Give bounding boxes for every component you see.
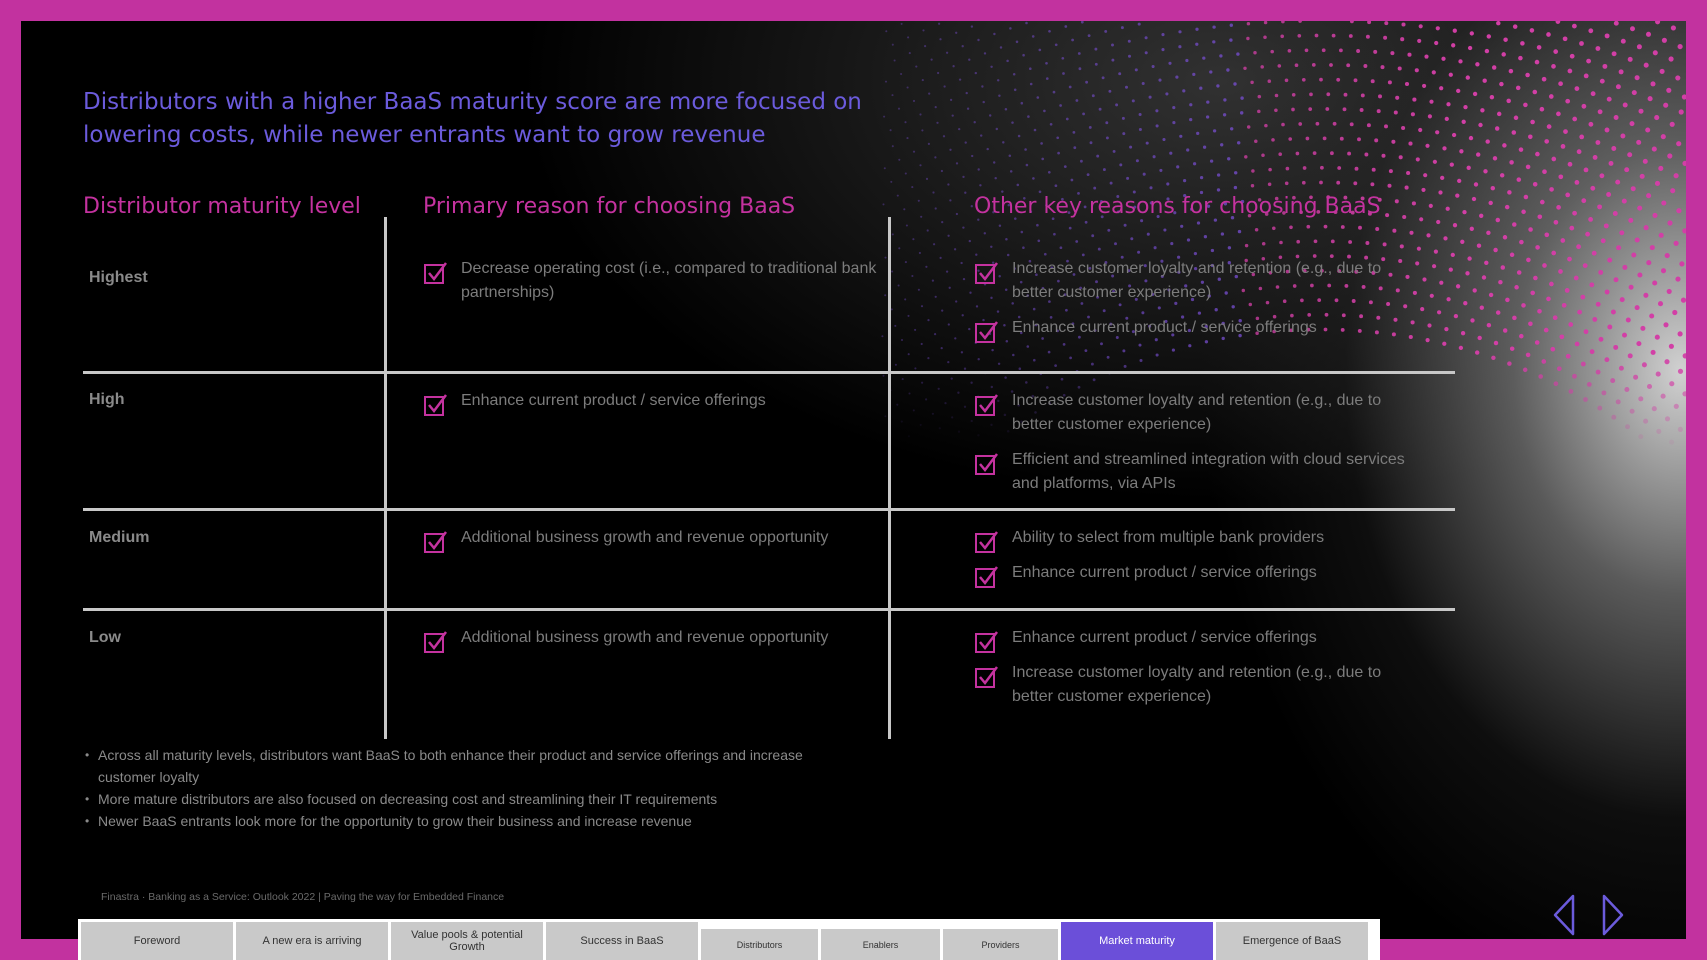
previous-page-button[interactable] — [1551, 893, 1577, 937]
row-divider — [83, 608, 1455, 611]
slide-headline: Distributors with a higher BaaS maturity… — [83, 89, 862, 148]
checkbox-checked-icon — [423, 391, 449, 417]
other-reason-item: Increase customer loyalty and retention … — [974, 257, 1424, 305]
checkbox-checked-icon — [423, 259, 449, 285]
section-navigation: Foreword A new era is arriving Value poo… — [78, 919, 1380, 960]
nav-tab-providers[interactable]: Providers — [943, 929, 1058, 960]
reason-text: Additional business growth and revenue o… — [461, 629, 829, 646]
checkbox-checked-icon — [423, 528, 449, 554]
bullet-item: • Newer BaaS entrants look more for the o… — [83, 810, 803, 832]
maturity-level-high: High — [89, 391, 125, 408]
reason-text: Increase customer loyalty and retention … — [1012, 260, 1382, 301]
chevron-left-icon — [1551, 894, 1577, 941]
nav-tab-distributors[interactable]: Distributors — [701, 929, 818, 960]
reason-text: Enhance current product / service offeri… — [1012, 629, 1317, 646]
other-reason-item: Enhance current product / service offeri… — [974, 561, 1424, 589]
row-divider — [83, 508, 1455, 511]
reason-text: Enhance current product / service offeri… — [461, 392, 766, 409]
slide: Distributors with a higher BaaS maturity… — [21, 21, 1686, 939]
nav-tab-emergence-of-baas[interactable]: Emergence of BaaS — [1216, 922, 1368, 960]
checkbox-checked-icon — [974, 450, 1000, 476]
maturity-level-medium: Medium — [89, 529, 150, 546]
maturity-level-low: Low — [89, 629, 121, 646]
checkbox-checked-icon — [974, 628, 1000, 654]
other-reason-item: Ability to select from multiple bank pro… — [974, 526, 1424, 554]
other-reason-item: Efficient and streamlined integration wi… — [974, 448, 1424, 496]
nav-tab-foreword[interactable]: Foreword — [81, 922, 233, 960]
other-reason-item: Increase customer loyalty and retention … — [974, 389, 1424, 437]
column-header-primary-reason: Primary reason for choosing BaaS — [423, 194, 796, 219]
primary-reason-item: Decrease operating cost (i.e., compared … — [423, 257, 893, 305]
maturity-level-highest: Highest — [89, 269, 148, 286]
primary-reason-item: Additional business growth and revenue o… — [423, 526, 893, 554]
other-reason-item: Enhance current product / service offeri… — [974, 316, 1424, 344]
nav-tab-new-era[interactable]: A new era is arriving — [236, 922, 388, 960]
nav-tab-market-maturity[interactable]: Market maturity — [1061, 922, 1213, 960]
checkbox-checked-icon — [974, 663, 1000, 689]
primary-reason-item: Additional business growth and revenue o… — [423, 626, 893, 654]
checkbox-checked-icon — [974, 259, 1000, 285]
column-header-maturity-level: Distributor maturity level — [83, 194, 361, 219]
checkbox-checked-icon — [974, 391, 1000, 417]
bullet-icon: • — [85, 748, 90, 762]
reason-text: Enhance current product / service offeri… — [1012, 564, 1317, 581]
bullet-icon: • — [85, 792, 90, 806]
row-divider — [83, 371, 1455, 374]
other-reason-item: Enhance current product / service offeri… — [974, 626, 1424, 654]
bullet-icon: • — [85, 814, 90, 828]
checkbox-checked-icon — [974, 318, 1000, 344]
reason-text: Enhance current product / service offeri… — [1012, 319, 1317, 336]
other-reason-item: Increase customer loyalty and retention … — [974, 661, 1424, 709]
reason-text: Ability to select from multiple bank pro… — [1012, 529, 1325, 546]
next-page-button[interactable] — [1600, 893, 1626, 937]
checkbox-checked-icon — [974, 528, 1000, 554]
reason-text: Decrease operating cost (i.e., compared … — [461, 260, 877, 301]
primary-reason-item: Enhance current product / service offeri… — [423, 389, 893, 417]
column-divider — [384, 217, 387, 739]
nav-tab-success-in-baas[interactable]: Success in BaaS — [546, 922, 698, 960]
checkbox-checked-icon — [974, 563, 1000, 589]
bullet-item: • Across all maturity levels, distributor… — [83, 744, 803, 788]
nav-tab-enablers[interactable]: Enablers — [821, 929, 940, 960]
bullet-item: • More mature distributors are also focus… — [83, 788, 803, 810]
checkbox-checked-icon — [423, 628, 449, 654]
chevron-right-icon — [1600, 894, 1626, 941]
summary-bullets: • Across all maturity levels, distributor… — [83, 744, 803, 832]
reason-text: Increase customer loyalty and retention … — [1012, 664, 1382, 705]
reason-text: Additional business growth and revenue o… — [461, 529, 829, 546]
footer-credit: Finastra · Banking as a Service: Outlook… — [101, 891, 505, 903]
column-header-other-reasons: Other key reasons for choosing BaaS — [974, 194, 1381, 219]
reason-text: Efficient and streamlined integration wi… — [1012, 451, 1405, 492]
reason-text: Increase customer loyalty and retention … — [1012, 392, 1382, 433]
nav-tab-value-pools[interactable]: Value pools & potential Growth — [391, 922, 543, 960]
